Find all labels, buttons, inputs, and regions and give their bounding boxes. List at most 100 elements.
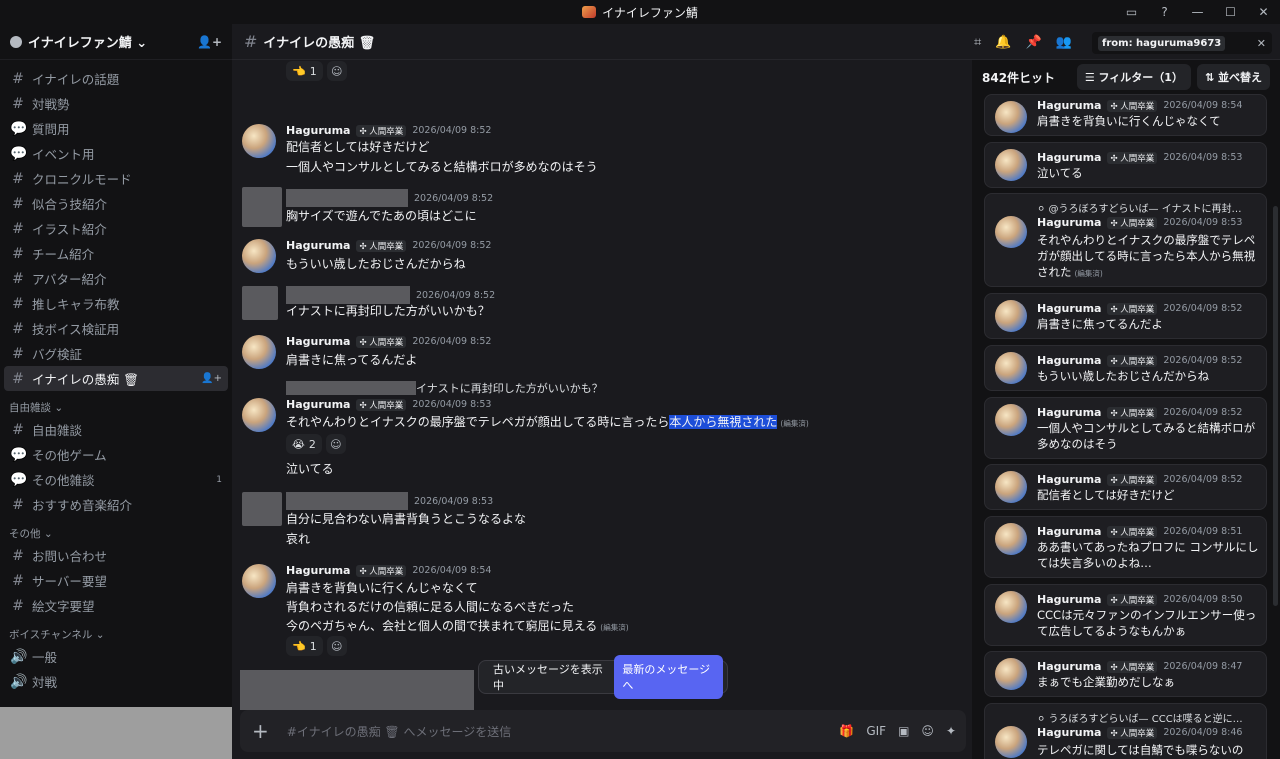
username[interactable]: Haguruma <box>286 564 350 577</box>
search-result[interactable]: Haguruma ✣ 人間卒業 2026/04/09 8:52 一個人やコンサルとし… <box>984 397 1267 459</box>
channel-item[interactable]: 💬 その他ゲーム <box>4 442 228 467</box>
help-icon[interactable]: ? <box>1148 5 1181 19</box>
inbox-icon[interactable]: ▭ <box>1115 5 1148 19</box>
reply-preview[interactable]: イナストに再封印した方がいいかも？ <box>286 380 603 396</box>
channel-item[interactable]: # お問い合わせ <box>4 543 228 568</box>
sort-button[interactable]: ⇅ 並べ替え <box>1196 64 1270 90</box>
channel-item[interactable]: # 自由雑談 <box>4 417 228 442</box>
forum-icon: 💬 <box>10 120 28 137</box>
message-text: 泣いてる <box>286 462 334 476</box>
message-header: 2026/04/09 8:52 <box>286 189 493 207</box>
channel-item[interactable]: 💬 質問用 <box>4 116 228 141</box>
channel-item[interactable]: 💬 その他雑談 1 <box>4 467 228 492</box>
username[interactable]: Haguruma <box>286 239 350 252</box>
avatar[interactable] <box>242 335 276 369</box>
server-header[interactable]: イナイレファン鯖 ⌄ 👤+ <box>0 24 232 60</box>
avatar[interactable] <box>242 239 276 273</box>
reaction-pill[interactable]: 👈 1 <box>286 61 323 81</box>
sticker-icon[interactable]: ▣ <box>898 724 909 738</box>
search-input[interactable]: from: haguruma9673 ✕ <box>1092 32 1272 54</box>
search-result[interactable]: Haguruma ✣ 人間卒業 2026/04/09 8:52 肩書きに焦ってるんだ… <box>984 293 1267 339</box>
forum-icon: 💬 <box>10 446 28 463</box>
channel-item[interactable]: # チーム紹介 <box>4 241 228 266</box>
bell-icon[interactable]: 🔔 <box>995 35 1011 50</box>
channel-item[interactable]: # イラスト紹介 <box>4 216 228 241</box>
search-result[interactable]: Haguruma ✣ 人間卒業 2026/04/09 8:47 まぁでも企業勤めだし… <box>984 651 1267 697</box>
result-header: Haguruma ✣ 人間卒業 2026/04/09 8:52 <box>1037 302 1242 315</box>
pin-icon[interactable]: 📌 <box>1026 35 1042 50</box>
jump-to-latest-button[interactable]: 最新のメッセージへ <box>614 655 723 699</box>
username[interactable]: Haguruma <box>286 124 350 137</box>
channel-icon: # <box>12 572 24 589</box>
members-icon[interactable]: 👥 <box>1056 35 1072 50</box>
timestamp: 2026/04/09 8:52 <box>1163 303 1243 314</box>
threads-icon[interactable]: ⌗ <box>974 35 981 50</box>
channel-item[interactable]: # クロニクルモード <box>4 166 228 191</box>
add-member-icon[interactable]: 👤+ <box>197 35 222 49</box>
channel-item[interactable]: # アバター紹介 <box>4 266 228 291</box>
username[interactable]: Haguruma <box>286 335 350 348</box>
voice-channel-item[interactable]: 🔊 一般 <box>4 644 228 669</box>
username[interactable]: Haguruma <box>286 398 350 411</box>
channel-item[interactable]: # イナイレの話題 <box>4 66 228 91</box>
results-scrollbar[interactable] <box>1273 206 1278 606</box>
role-tag: ✣ 人間卒業 <box>1107 302 1158 315</box>
avatar[interactable] <box>242 398 276 432</box>
apps-icon[interactable]: ✦ <box>946 724 956 738</box>
channel-item[interactable]: # 対戦勢 <box>4 91 228 116</box>
reaction-pill[interactable]: 👈 1 <box>286 636 323 656</box>
search-result[interactable]: ⚪ うろぼろすどらいば— CCCは喋ると逆に… Haguruma ✣ 人間卒業 20… <box>984 703 1267 759</box>
channel-item[interactable]: # 推しキャラ布教 <box>4 291 228 316</box>
role-tag: ✣ 人間卒業 <box>356 564 407 577</box>
search-result[interactable]: Haguruma ✣ 人間卒業 2026/04/09 8:53 泣いてる <box>984 142 1267 188</box>
add-reaction-icon[interactable]: ☺ <box>326 61 347 81</box>
minimize-button[interactable]: — <box>1181 5 1214 19</box>
reaction-row: 👈 1 ☺ <box>286 61 347 81</box>
message-composer[interactable]: + #イナイレの愚痴 🗑 へメッセージを送信 🎁 GIF ▣ ☺ ✦ <box>240 710 966 752</box>
channel-item[interactable]: # バグ検証 <box>4 341 228 366</box>
reaction-pill[interactable]: 😭 2 <box>286 434 322 454</box>
upload-plus-icon[interactable]: + <box>252 719 269 743</box>
role-tag: ✣ 人間卒業 <box>1107 406 1158 419</box>
message-text: 一個人やコンサルとしてみると結構ボロが多めなのはそう <box>286 160 598 174</box>
channel-item-active[interactable]: # イナイレの愚痴 🗑 👤+ <box>4 366 228 391</box>
close-button[interactable]: ✕ <box>1247 5 1280 19</box>
channel-label: その他ゲーム <box>32 448 107 463</box>
search-result[interactable]: Haguruma ✣ 人間卒業 2026/04/09 8:50 CCCは元々ファンの… <box>984 584 1267 646</box>
avatar[interactable] <box>242 564 276 598</box>
message: Haguruma ✣ 人間卒業 2026/04/09 8:52 配信者としては好きだ… <box>232 122 972 182</box>
search-result[interactable]: Haguruma ✣ 人間卒業 2026/04/09 8:54 肩書きを背負いに行く… <box>984 94 1267 136</box>
reaction-count: 1 <box>309 64 317 78</box>
avatar <box>995 523 1027 555</box>
category-free-chat[interactable]: 自由雑談 ⌄ <box>4 391 228 417</box>
clear-search-icon[interactable]: ✕ <box>1257 37 1266 50</box>
maximize-button[interactable]: ☐ <box>1214 5 1247 19</box>
channel-item[interactable]: # 技ボイス検証用 <box>4 316 228 341</box>
channel-item[interactable]: # 似合う技紹介 <box>4 191 228 216</box>
search-result[interactable]: Haguruma ✣ 人間卒業 2026/04/09 8:52 もういい歳したおじさ… <box>984 345 1267 391</box>
channel-item[interactable]: # おすすめ音楽紹介 <box>4 492 228 517</box>
role-tag: ✣ 人間卒業 <box>356 398 407 411</box>
filter-button[interactable]: ☰ フィルター（1） <box>1076 64 1191 90</box>
emoji-icon[interactable]: ☺ <box>921 724 934 738</box>
search-result[interactable]: Haguruma ✣ 人間卒業 2026/04/09 8:52 配信者としては好きだ… <box>984 464 1267 510</box>
username: Haguruma <box>1037 302 1102 315</box>
search-result[interactable]: ⚪ @うろぼろすどらいば— イナストに再封… Haguruma ✣ 人間卒業 202… <box>984 193 1267 287</box>
gif-icon[interactable]: GIF <box>866 724 886 738</box>
gift-icon[interactable]: 🎁 <box>839 724 854 738</box>
result-text: 肩書きに焦ってるんだよ <box>1037 317 1163 331</box>
channel-item[interactable]: # サーバー要望 <box>4 568 228 593</box>
add-reaction-icon[interactable]: ☺ <box>325 434 346 454</box>
channel-item[interactable]: 💬 イベント用 <box>4 141 228 166</box>
search-result[interactable]: Haguruma ✣ 人間卒業 2026/04/09 8:51 ああ書いてあったねプ… <box>984 516 1267 578</box>
category-other[interactable]: その他 ⌄ <box>4 517 228 543</box>
message: Haguruma ✣ 人間卒業 2026/04/09 8:54 肩書きを背負いに行く… <box>232 562 972 662</box>
channel-icon: # <box>12 370 24 387</box>
channel-item[interactable]: # 絵文字要望 <box>4 593 228 618</box>
add-reaction-icon[interactable]: ☺ <box>326 636 347 656</box>
invite-icon[interactable]: 👤+ <box>201 373 222 384</box>
channel-sidebar: イナイレファン鯖 ⌄ 👤+ # イナイレの話題 # 対戦勢 💬 質問用 💬 イベント用 … <box>0 24 232 759</box>
avatar[interactable] <box>242 124 276 158</box>
voice-channel-item[interactable]: 🔊 対戦 <box>4 669 228 694</box>
category-voice[interactable]: ボイスチャンネル ⌄ <box>4 618 228 644</box>
